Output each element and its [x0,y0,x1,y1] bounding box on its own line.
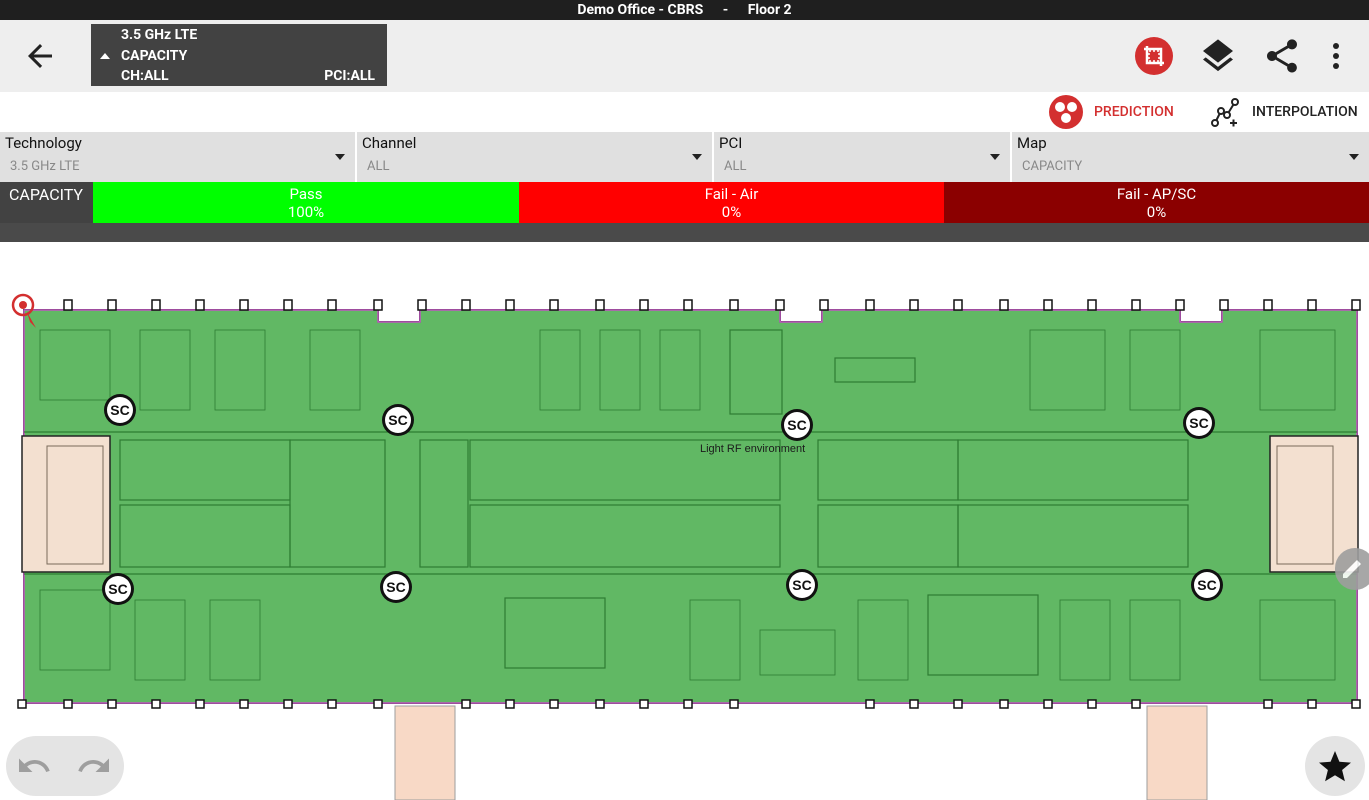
small-cell-marker[interactable]: SC [382,404,414,436]
dropdown-arrow-icon [692,154,702,160]
floor-plan-map[interactable]: Light RF environment SC SC SC SC SC SC S… [0,242,1369,800]
small-cell-label: SC [787,417,806,433]
collapse-caret-icon [100,53,110,59]
favorite-button[interactable] [1305,736,1365,796]
capacity-legend: CAPACITY Pass 100% Fail - Air 0% Fail - … [0,182,1369,242]
filter-bar: Technology 3.5 GHz LTE Channel ALL PCI A… [0,132,1369,182]
channel-filter-value: ALL [367,159,390,174]
back-button[interactable] [22,38,58,74]
channel-filter-label: Channel [362,134,417,152]
crop-icon [1135,37,1173,75]
pci-filter-value: ALL [724,159,747,174]
side-panel-handle[interactable] [1335,548,1369,590]
mode-bar: PREDICTION INTERPOLATION [0,92,1369,132]
map-filter-value: CAPACITY [1022,159,1083,174]
dropdown-arrow-icon [990,154,1000,160]
floor-plan-canvas[interactable]: Light RF environment SC SC SC SC SC SC S… [0,242,1369,800]
undo-redo-controls [6,736,124,796]
legend-title: CAPACITY [9,185,84,204]
layer-technology: 3.5 GHz LTE [121,27,198,43]
legend-pass-value: 100% [287,203,325,221]
walkway-left [394,705,456,800]
stairwell-left [21,435,111,573]
prediction-label: PREDICTION [1094,104,1174,120]
map-dropdown[interactable]: Map CAPACITY [1012,132,1369,182]
small-cell-marker[interactable]: SC [1183,407,1215,439]
window-title-bar: Demo Office - CBRS - Floor 2 [0,0,1369,20]
share-button[interactable] [1262,36,1302,76]
edit-icon [1343,560,1361,578]
legend-pass-segment: Pass 100% [93,182,519,223]
legend-fail-apsc-label: Fail - AP/SC [1116,185,1197,203]
back-arrow-icon [28,44,52,68]
small-cell-label: SC [1197,577,1216,593]
small-cell-label: SC [108,581,127,597]
small-cell-marker[interactable]: SC [1191,569,1223,601]
map-filter-label: Map [1017,134,1047,152]
floor-title: Floor 2 [747,2,792,18]
small-cell-label: SC [110,402,129,418]
coverage-heatmap [23,309,1358,704]
small-cell-label: SC [792,577,811,593]
redo-icon [78,758,109,772]
legend-fail-apsc-value: 0% [1146,203,1167,221]
layer-pci: PCI:ALL [324,68,375,84]
star-icon [1319,751,1351,782]
legend-fail-air-segment: Fail - Air 0% [519,182,944,223]
layers-button[interactable] [1198,36,1238,76]
pci-filter-label: PCI [719,134,743,152]
technology-dropdown[interactable]: Technology 3.5 GHz LTE [0,132,357,182]
title-separator: - [722,2,729,18]
interpolation-mode-button[interactable]: INTERPOLATION [1210,92,1358,132]
interpolation-label: INTERPOLATION [1252,104,1358,120]
undo-icon [19,758,50,772]
pci-dropdown[interactable]: PCI ALL [714,132,1012,182]
legend-fail-air-label: Fail - Air [704,185,759,203]
more-vert-icon [1333,43,1339,69]
layers-icon [1203,39,1233,72]
small-cell-label: SC [1189,415,1208,431]
technology-filter-label: Technology [5,134,82,152]
small-cell-marker[interactable]: SC [102,573,134,605]
active-layer-selector[interactable]: 3.5 GHz LTE CAPACITY CH:ALL PCI:ALL [91,24,387,86]
dropdown-arrow-icon [335,154,345,160]
project-title: Demo Office - CBRS [577,2,704,18]
legend-pass-label: Pass [289,185,323,203]
technology-filter-value: 3.5 GHz LTE [10,159,80,174]
small-cell-marker[interactable]: SC [781,409,813,441]
undo-button[interactable] [16,748,52,784]
prediction-icon [1049,95,1083,129]
legend-fail-air-value: 0% [721,203,742,221]
layer-map: CAPACITY [121,48,188,64]
small-cell-marker[interactable]: SC [104,394,136,426]
small-cell-label: SC [388,412,407,428]
share-icon [1267,39,1297,73]
small-cell-marker[interactable]: SC [380,571,412,603]
crop-button[interactable] [1134,36,1174,76]
app-toolbar: 3.5 GHz LTE CAPACITY CH:ALL PCI:ALL [0,20,1369,92]
small-cell-marker[interactable]: SC [786,569,818,601]
dropdown-arrow-icon [1349,154,1359,160]
interpolation-icon [1211,98,1239,127]
redo-button[interactable] [76,748,112,784]
legend-divider [0,223,1369,242]
walkway-right [1146,705,1208,800]
prediction-mode-button[interactable]: PREDICTION [1048,92,1174,132]
channel-dropdown[interactable]: Channel ALL [357,132,714,182]
legend-fail-apsc-segment: Fail - AP/SC 0% [944,182,1369,223]
layer-channel: CH:ALL [121,68,169,84]
small-cell-label: SC [386,579,405,595]
map-annotation: Light RF environment [700,443,805,455]
overflow-menu-button[interactable] [1316,36,1356,76]
